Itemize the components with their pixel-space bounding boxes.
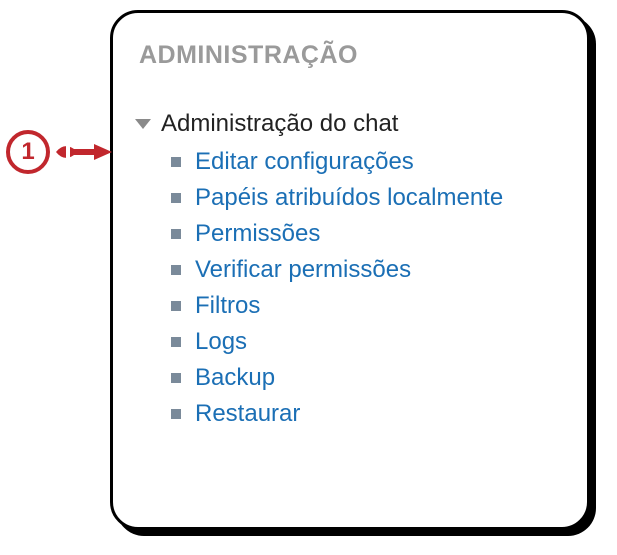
list-item: Backup — [171, 364, 561, 392]
bullet-icon — [171, 265, 181, 275]
callout-badge: 1 — [6, 130, 50, 174]
bullet-icon — [171, 193, 181, 203]
admin-panel: ADMINISTRAÇÃO Administração do chat Edit… — [110, 10, 590, 530]
bullet-icon — [171, 301, 181, 311]
callout-number: 1 — [21, 138, 34, 166]
bullet-icon — [171, 409, 181, 419]
list-item: Restaurar — [171, 400, 561, 428]
list-item: Editar configurações — [171, 148, 561, 176]
section-header[interactable]: Administração do chat — [135, 110, 561, 138]
bullet-icon — [171, 229, 181, 239]
list-item: Papéis atribuídos localmente — [171, 184, 561, 212]
bullet-icon — [171, 373, 181, 383]
panel-title: ADMINISTRAÇÃO — [139, 41, 561, 70]
link-edit-settings[interactable]: Editar configurações — [195, 148, 414, 176]
list-item: Filtros — [171, 292, 561, 320]
link-permissions[interactable]: Permissões — [195, 220, 320, 248]
bullet-icon — [171, 337, 181, 347]
section-items: Editar configurações Papéis atribuídos l… — [171, 148, 561, 428]
link-check-permissions[interactable]: Verificar permissões — [195, 256, 411, 284]
bullet-icon — [171, 157, 181, 167]
list-item: Verificar permissões — [171, 256, 561, 284]
callout-marker: 1 — [6, 130, 114, 174]
link-restore[interactable]: Restaurar — [195, 400, 300, 428]
list-item: Permissões — [171, 220, 561, 248]
link-backup[interactable]: Backup — [195, 364, 275, 392]
link-logs[interactable]: Logs — [195, 328, 247, 356]
section-label: Administração do chat — [161, 110, 398, 138]
link-local-roles[interactable]: Papéis atribuídos localmente — [195, 184, 503, 212]
pointer-hand-icon — [54, 137, 114, 167]
list-item: Logs — [171, 328, 561, 356]
chevron-down-icon — [135, 119, 151, 129]
link-filters[interactable]: Filtros — [195, 292, 260, 320]
